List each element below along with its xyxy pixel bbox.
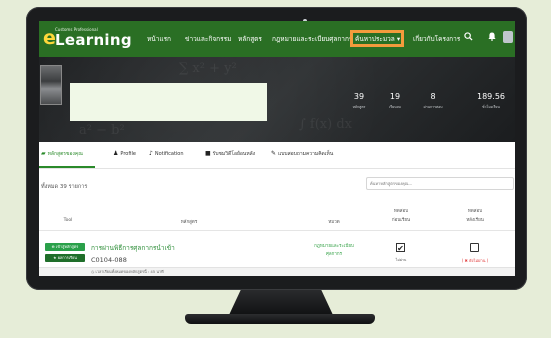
nav-item-laws[interactable]: กฎหมายและระเบียบศุลกากร [272,34,352,44]
course-code: C0104-088 [91,256,127,264]
logo-mark: e [43,27,56,49]
total-count: ทั้งหมด 39 รายการ [41,184,88,190]
nav-item-search-code[interactable]: ค้นหาประมวล ▾ [355,34,400,44]
stat-courses: 39 หลักสูตร [352,92,366,109]
monitor-stand-base [185,314,375,324]
tab-label: Profile [120,151,136,157]
course-category[interactable]: กฎหมายและระเบียบศุลกากร [309,243,359,259]
header-category: หมวด [328,220,340,225]
tab-my-courses[interactable]: ▰ หลักสูตรของคุณ [41,150,83,158]
header-tool: Tool [63,218,73,223]
tab-video-replay[interactable]: ■ รับชมวิดีโอย้อนหลัง [205,150,255,158]
table-header-divider [39,230,515,231]
posttest-checkbox[interactable] [470,243,479,252]
course-duration-text: ◷ เวลาเรียนทั้งหมดของหลักสูตรนี้ : 45 นา… [91,269,164,274]
tab-label: รับชมวิดีโอย้อนหลัง [212,151,256,157]
posttest-status: ( ✖ ยังไม่ผ่าน ) [461,258,489,263]
header-course: หลักสูตร [180,220,198,225]
tab-label: หลักสูตรของคุณ [47,151,83,157]
video-icon: ■ [205,150,211,157]
profile-banner: ∑ x² + y² ∫ f(x) dx a² − b² 39 หลักสูตร … [39,57,515,142]
stat-hours: 189.56 ชั่วโมงเรียน [477,92,505,109]
top-nav: e Customs Professional Learning หน้าแรก … [39,21,515,57]
user-icon: ♟ [113,150,119,157]
profile-photo [40,65,62,105]
screen: e Customs Professional Learning หน้าแรก … [39,21,515,276]
enter-course-button[interactable]: ⊕ เข้าสู่หลักสูตร [45,243,85,251]
pretest-status: ไม่ผ่าน [395,258,407,262]
course-duration-bar: ◷ เวลาเรียนทั้งหมดของหลักสูตรนี้ : 45 นา… [39,267,515,276]
nav-item-courses[interactable]: หลักสูตร [238,34,262,44]
stat-passed: 8 ผ่านการสอบ [423,92,443,109]
tab-survey[interactable]: ✎ แบบสอบถามความคิดเห็น [271,150,333,158]
pencil-icon: ✎ [271,150,277,157]
nav-item-home[interactable]: หน้าแรก [147,34,171,44]
bell-icon: ♪ [149,150,153,157]
results-button[interactable]: ★ ผลการเรียน [45,254,85,262]
tab-label: Notification [154,151,184,157]
bell-icon[interactable] [488,32,496,44]
active-tab-underline [39,166,95,168]
tab-label: แบบสอบถามความคิดเห็น [278,151,334,157]
nav-item-news[interactable]: ข่าวและกิจกรรม [185,34,231,44]
chart-icon: ▰ [41,150,46,157]
header-posttest: ทดสอบ หลังเรียน [466,209,484,223]
tab-notification[interactable]: ♪ Notification [149,150,184,157]
chalk-decoration: a² − b² [79,123,125,138]
pretest-checkbox-checked[interactable]: ✔ [396,243,405,253]
avatar[interactable] [503,31,513,43]
monitor-stand-neck [229,290,333,314]
profile-tabs: ▰ หลักสูตรของคุณ ♟ Profile ♪ Notification ■… [39,142,515,169]
logo-text: Learning [55,31,132,49]
chalk-decoration: ∑ x² + y² [179,61,237,76]
chalk-decoration: ∫ f(x) dx [299,117,352,132]
stat-completed: 19 เรียนจบ [389,92,401,109]
nav-item-about[interactable]: เกี่ยวกับโครงการ [413,34,460,44]
course-search-input[interactable] [366,177,514,190]
course-title-link[interactable]: การผ่านพิธีการศุลกากรนำเข้า [91,243,175,253]
profile-name-redacted [70,83,267,121]
header-pretest: ทดสอบ ก่อนเรียน [391,209,411,223]
search-icon[interactable] [464,32,473,44]
tab-profile[interactable]: ♟ Profile [113,150,136,157]
